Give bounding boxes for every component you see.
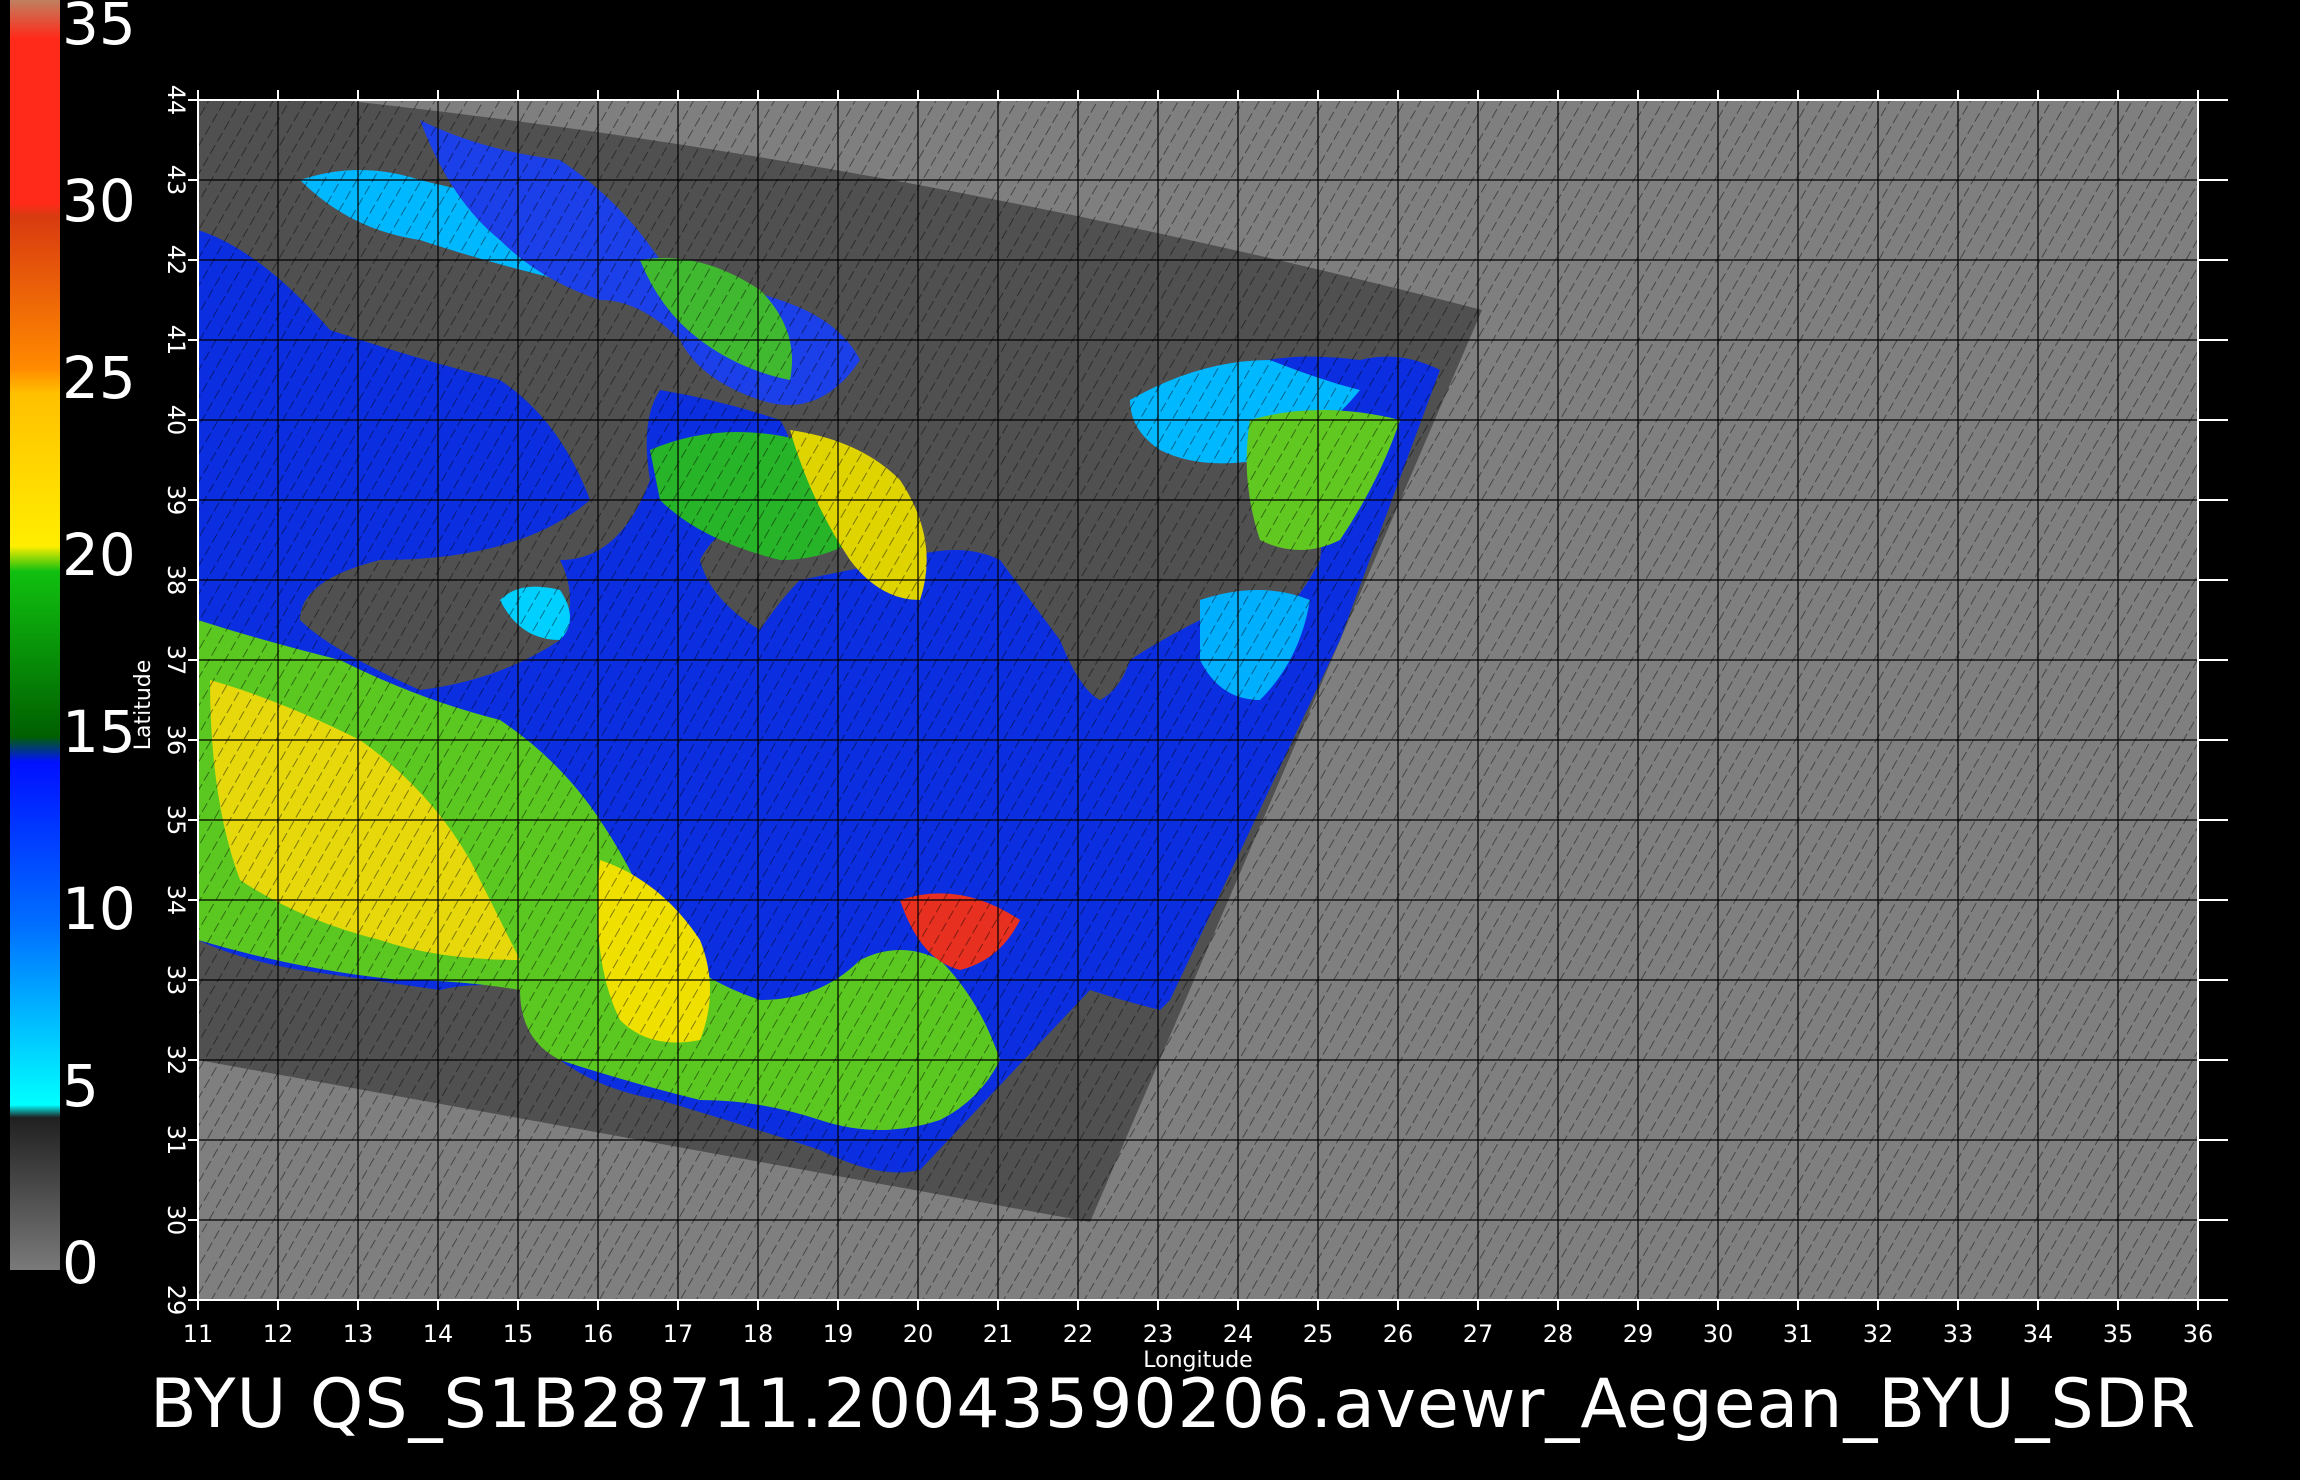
colorbar-tick-label: 25 [62, 344, 136, 412]
y-tick-label: 39 [162, 485, 190, 516]
colorbar-tick-label: 10 [62, 875, 136, 943]
y-tick-label: 36 [162, 725, 190, 756]
x-tick-label: 13 [343, 1320, 374, 1348]
y-tick-label: 34 [162, 885, 190, 916]
y-tick-label: 30 [162, 1205, 190, 1236]
colorbar: 35 30 25 20 15 10 5 0 [10, 0, 136, 1297]
x-tick-label: 28 [1543, 1320, 1574, 1348]
y-tick-label: 40 [162, 405, 190, 436]
y-tick-label: 37 [162, 645, 190, 676]
x-tick-label: 29 [1623, 1320, 1654, 1348]
x-tick-label: 33 [1943, 1320, 1974, 1348]
x-tick-label: 17 [663, 1320, 694, 1348]
y-tick-label: 41 [162, 325, 190, 356]
x-tick-label: 34 [2023, 1320, 2054, 1348]
x-tick-label: 12 [263, 1320, 294, 1348]
x-tick-label: 21 [983, 1320, 1014, 1348]
x-tick-label: 31 [1783, 1320, 1814, 1348]
y-tick-label: 38 [162, 565, 190, 596]
wind-speed-field [198, 100, 2198, 1300]
x-tick-label: 36 [2183, 1320, 2214, 1348]
y-tick-label: 35 [162, 805, 190, 836]
y-tick-label: 42 [162, 245, 190, 276]
y-axis-label: Latitude [131, 660, 156, 751]
colorbar-tick-label: 0 [62, 1229, 99, 1297]
x-tick-label: 23 [1143, 1320, 1174, 1348]
x-tick-label: 14 [423, 1320, 454, 1348]
x-tick-label: 26 [1383, 1320, 1414, 1348]
x-tick-label: 30 [1703, 1320, 1734, 1348]
y-tick-label: 31 [162, 1125, 190, 1156]
colorbar-ramp [10, 0, 60, 1270]
colorbar-tick-label: 15 [62, 698, 136, 766]
colorbar-tick-label: 5 [62, 1052, 99, 1120]
y-tick-label: 32 [162, 1045, 190, 1076]
x-tick-label: 20 [903, 1320, 934, 1348]
x-tick-label: 11 [183, 1320, 214, 1348]
y-tick-label: 33 [162, 965, 190, 996]
y-tick-label: 29 [162, 1285, 190, 1316]
x-tick-label: 22 [1063, 1320, 1094, 1348]
x-tick-label: 15 [503, 1320, 534, 1348]
x-tick-label: 24 [1223, 1320, 1254, 1348]
x-tick-label: 16 [583, 1320, 614, 1348]
product-caption: BYU QS_S1B28711.20043590206.avewr_Aegean… [150, 1365, 2197, 1444]
x-tick-label: 35 [2103, 1320, 2134, 1348]
colorbar-tick-label: 35 [62, 0, 136, 58]
wind-map-figure: 35 30 25 20 15 10 5 0 11 12 13 14 15 16 17 18 1… [10, 0, 2228, 1373]
x-tick-label: 18 [743, 1320, 774, 1348]
y-tick-label: 43 [162, 165, 190, 196]
x-tick-label: 25 [1303, 1320, 1334, 1348]
x-tick-label: 32 [1863, 1320, 1894, 1348]
map-plot: 11 12 13 14 15 16 17 18 19 20 21 22 23 24 25 26 27 28 29 30… [131, 85, 2228, 1373]
y-tick-label: 44 [162, 85, 190, 116]
colorbar-tick-label: 30 [62, 167, 136, 235]
x-tick-label: 27 [1463, 1320, 1494, 1348]
colorbar-tick-label: 20 [62, 521, 136, 589]
x-tick-label: 19 [823, 1320, 854, 1348]
